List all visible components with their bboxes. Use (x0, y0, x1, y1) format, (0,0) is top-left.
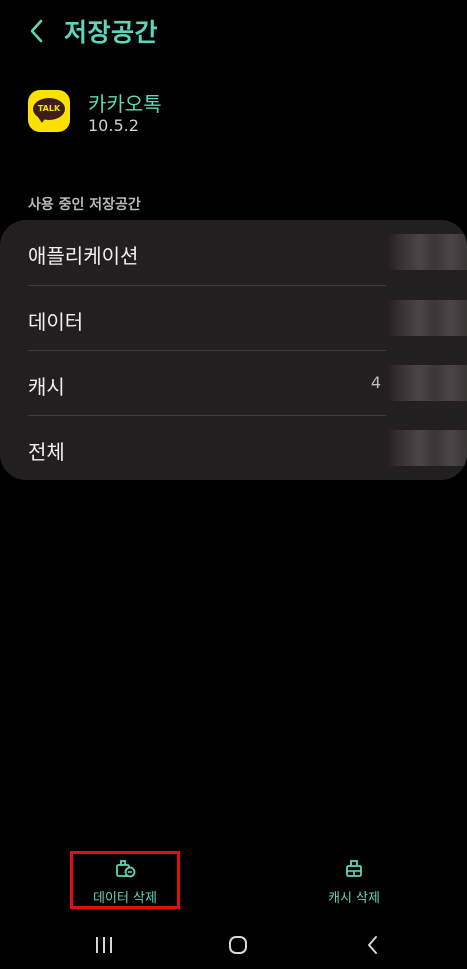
row-label: 애플리케이션 (28, 244, 139, 268)
page-title: 저장공간 (64, 18, 159, 47)
storage-row-total: 전체 (0, 416, 467, 480)
row-label: 전체 (28, 440, 65, 464)
home-icon (229, 936, 247, 954)
chevron-left-icon (30, 19, 43, 43)
app-name: 카카오톡 (88, 92, 162, 116)
row-label: 데이터 (28, 310, 84, 334)
system-navigation-bar (0, 915, 467, 965)
storage-row-application: 애플리케이션 (0, 220, 467, 284)
blurred-value (387, 430, 467, 466)
row-label: 캐시 (28, 375, 65, 399)
storage-card: 애플리케이션 데이터 캐시 4 전체 (0, 220, 467, 480)
back-button[interactable] (24, 16, 50, 46)
home-button[interactable] (208, 915, 268, 965)
blurred-value (387, 365, 467, 401)
app-version: 10.5.2 (88, 116, 139, 135)
back-nav-button[interactable] (342, 915, 402, 965)
recent-apps-button[interactable] (74, 915, 134, 965)
recent-apps-icon (96, 937, 112, 953)
kakaotalk-app-icon: TALK (28, 90, 70, 132)
storage-section-title: 사용 중인 저장공간 (28, 197, 141, 213)
clear-cache-label: 캐시 삭제 (328, 891, 380, 906)
storage-row-data: 데이터 (0, 286, 467, 350)
highlight-box (70, 851, 180, 909)
row-value: 4 (370, 373, 381, 392)
header: 저장공간 (0, 0, 467, 60)
blurred-value (387, 300, 467, 336)
blurred-value (387, 234, 467, 270)
clear-cache-icon (346, 860, 362, 877)
back-nav-icon (368, 936, 377, 954)
clear-cache-button[interactable]: 캐시 삭제 (294, 845, 414, 915)
storage-row-cache: 캐시 4 (0, 351, 467, 415)
